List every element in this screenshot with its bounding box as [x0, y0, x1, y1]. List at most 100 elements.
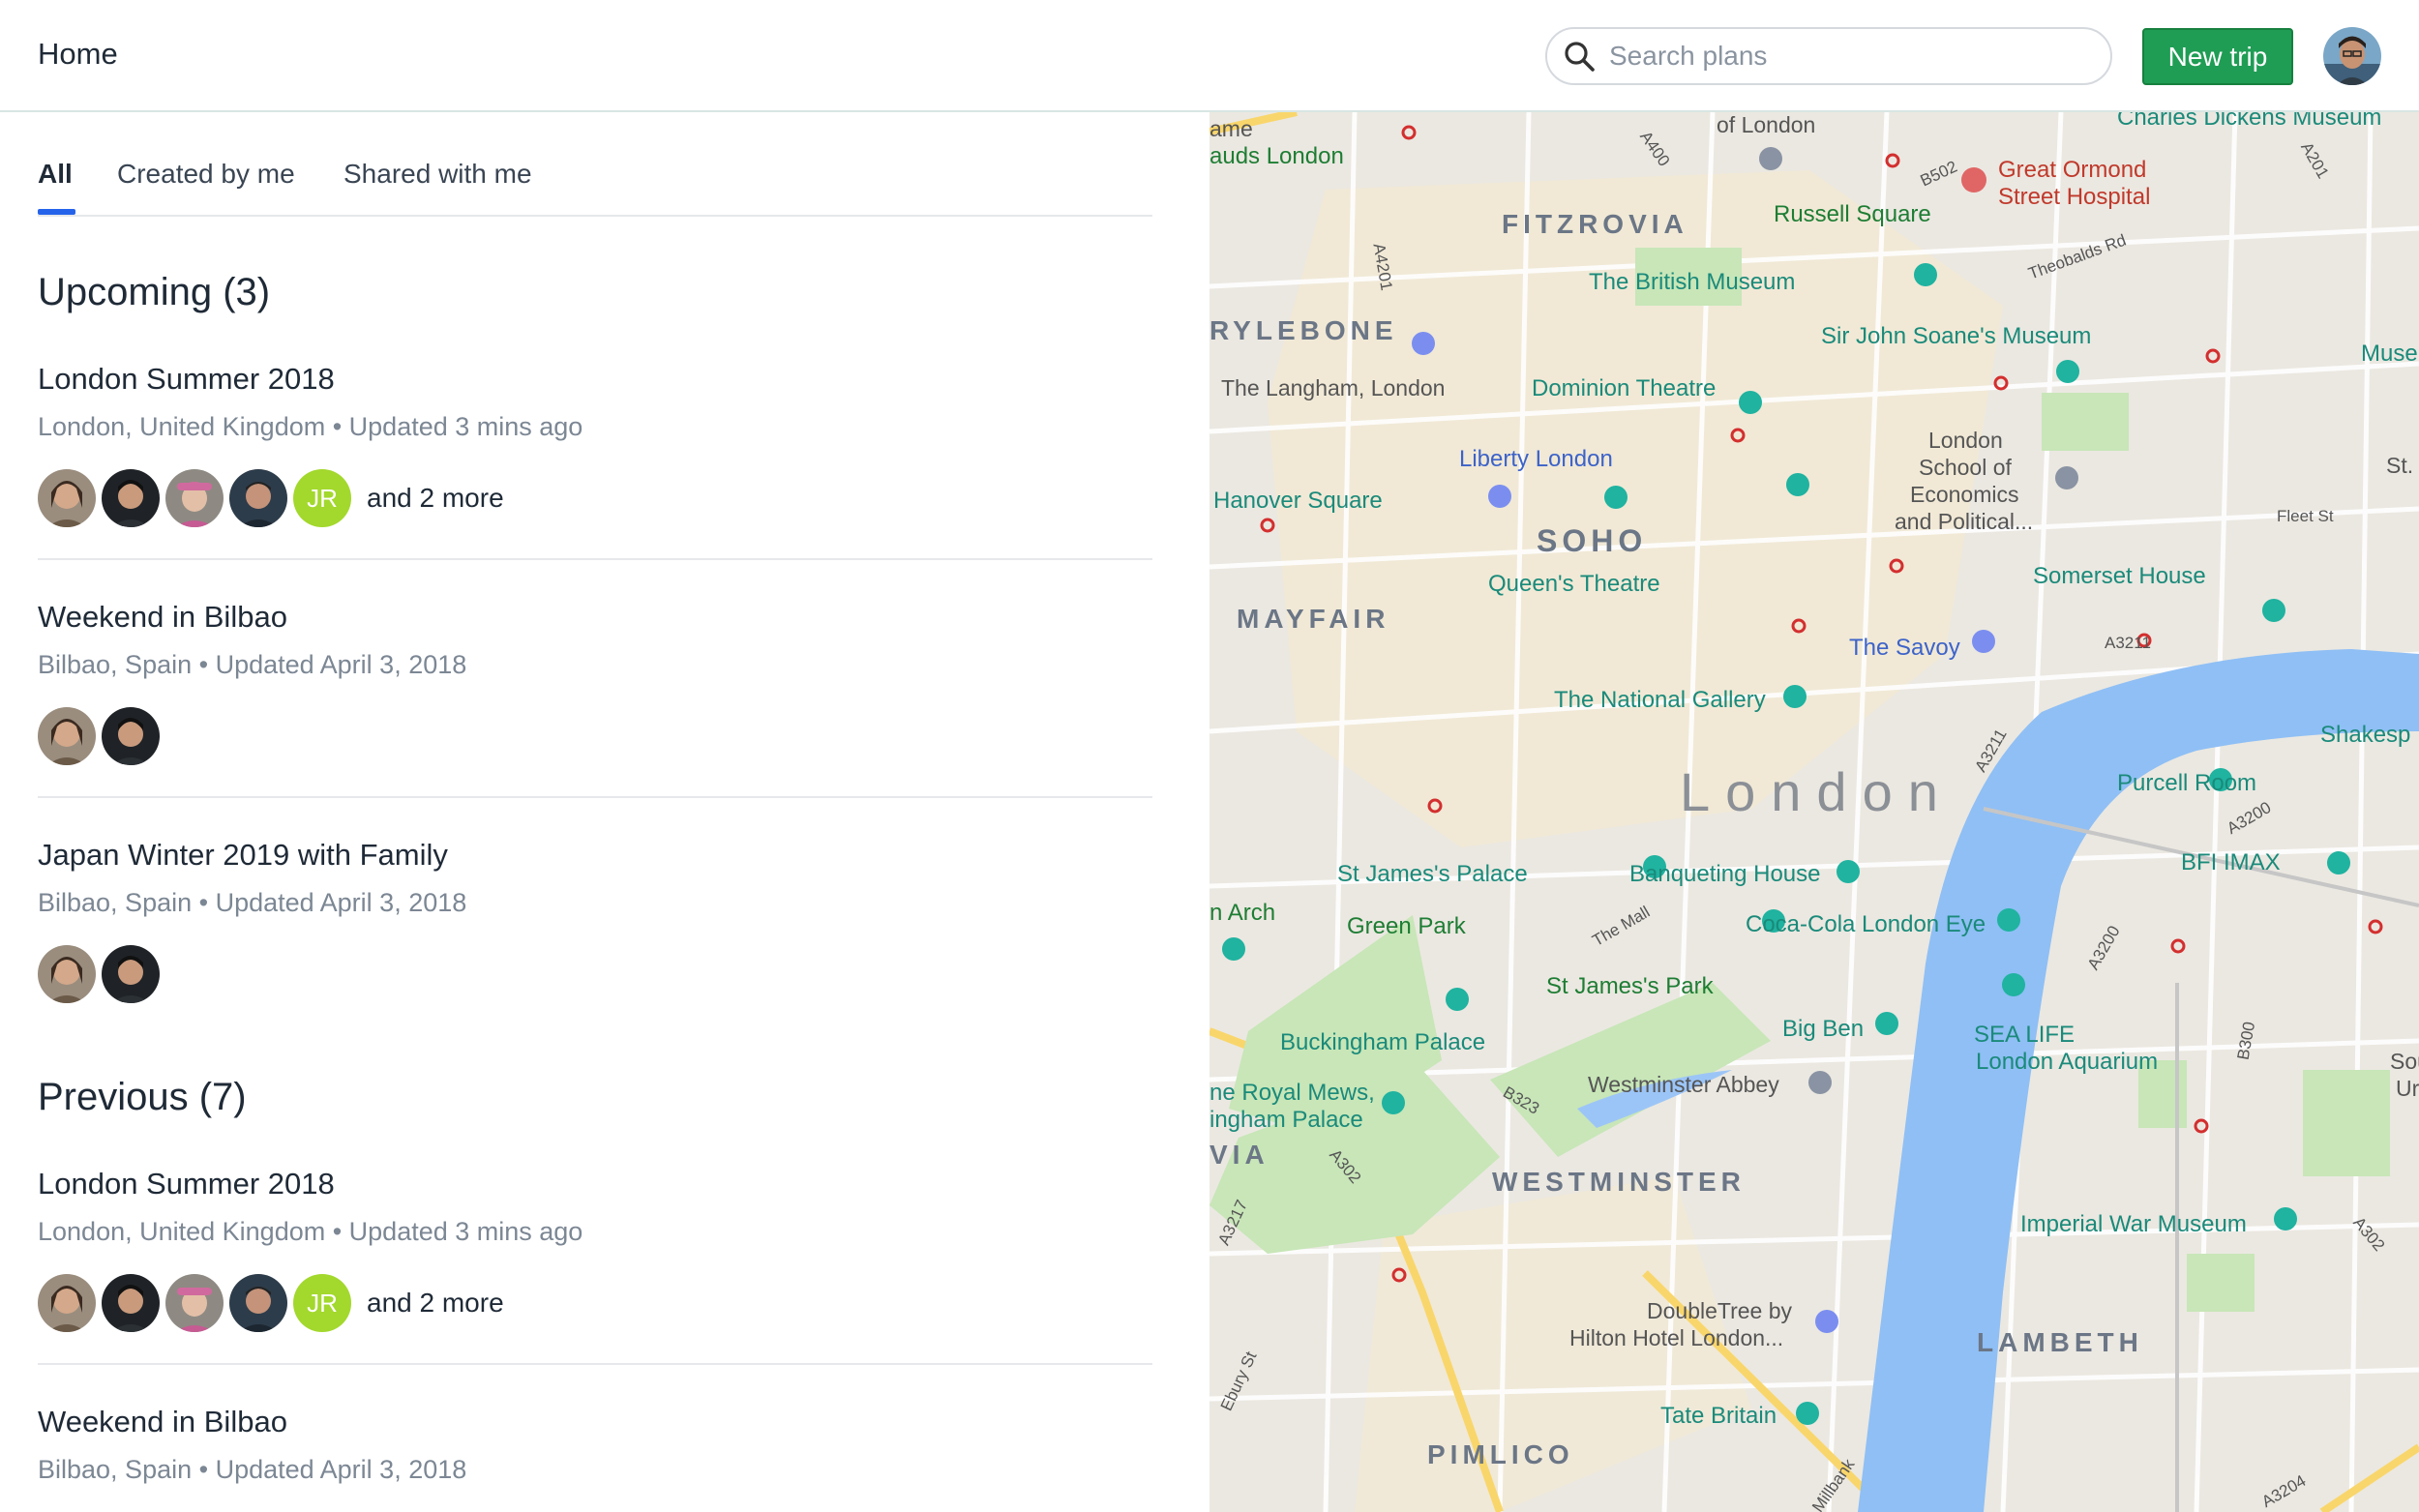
map-place-label: DoubleTree by — [1647, 1298, 1793, 1323]
map-place-label: Sou — [2390, 1049, 2419, 1074]
map-place-label: Great Ormond — [1998, 157, 2147, 183]
tab-created-by-me[interactable]: Created by me — [117, 159, 295, 190]
map-place-label: Sir John Soane's Museum — [1821, 323, 2092, 349]
divider — [38, 558, 1152, 560]
divider — [38, 796, 1152, 798]
trips-panel: All Created by me Shared with me Upcomin… — [0, 112, 1210, 1512]
collaborator-initials-avatar: JR — [293, 1274, 351, 1332]
user-avatar[interactable] — [2323, 27, 2381, 85]
map-place-label: Big Ben — [1782, 1016, 1865, 1042]
map-place-label: n Arch — [1210, 900, 1276, 926]
map-place-label: Russell Square — [1774, 201, 1931, 227]
collaborator-avatar — [38, 1274, 96, 1332]
map-place-label: Purcell Room — [2117, 770, 2257, 796]
map-place-label: Hanover Square — [1213, 488, 1383, 514]
map-place-label: The Langham, London — [1221, 375, 1446, 400]
more-collaborators-label[interactable]: and 2 more — [367, 483, 504, 514]
trip-name[interactable]: Weekend in Bilbao — [38, 1405, 1152, 1439]
collaborator-initials-avatar: JR — [293, 469, 351, 527]
divider — [38, 1363, 1152, 1365]
trip-name[interactable]: London Summer 2018 — [38, 1167, 1152, 1201]
map-place-label: of London — [1717, 112, 1816, 137]
more-collaborators-label[interactable]: and 2 more — [367, 1288, 504, 1319]
map-road-label: Fleet St — [2277, 507, 2334, 525]
top-bar: Home New trip — [0, 0, 2419, 112]
map-place-label: Queen's Theatre — [1488, 571, 1660, 597]
upcoming-heading: Upcoming (3) — [38, 271, 271, 313]
collaborator-avatar — [229, 1274, 287, 1332]
map-place-label: ingham Palace — [1210, 1107, 1363, 1133]
trip-name[interactable]: Japan Winter 2019 with Family — [38, 838, 1152, 873]
trip-card[interactable]: Japan Winter 2019 with Family Bilbao, Sp… — [38, 838, 1152, 1003]
collaborator-avatar — [38, 707, 96, 765]
collaborator-avatars: JR and 2 more — [38, 1274, 1152, 1332]
map-area-label: PIMLICO — [1427, 1439, 1574, 1469]
map-area-label: SOHO — [1537, 523, 1648, 558]
map-place-label: St. P — [2386, 453, 2419, 478]
map-place-label: auds London — [1210, 143, 1344, 169]
search-icon — [1565, 42, 1595, 72]
search-input[interactable] — [1609, 41, 2074, 72]
map-place-label: and Political... — [1895, 509, 2034, 534]
trip-card[interactable]: Weekend in Bilbao Bilbao, Spain • Update… — [38, 600, 1152, 765]
map-area-label: WESTMINSTER — [1492, 1167, 1746, 1197]
trip-meta: Bilbao, Spain • Updated April 3, 2018 — [38, 888, 467, 917]
map-place-label: Ur — [2396, 1076, 2419, 1101]
map-place-label: Economics — [1910, 482, 2019, 507]
trip-meta: London, United Kingdom • Updated 3 mins … — [38, 1217, 583, 1246]
map-place-label: The National Gallery — [1554, 687, 1766, 713]
trip-meta: Bilbao, Spain • Updated April 3, 2018 — [38, 1455, 467, 1484]
collaborator-avatars — [38, 945, 1152, 1003]
new-trip-button[interactable]: New trip — [2142, 28, 2293, 85]
collaborator-avatar — [229, 469, 287, 527]
previous-heading: Previous (7) — [38, 1076, 247, 1118]
map-area-label: FITZROVIA — [1502, 209, 1688, 239]
trip-card[interactable]: London Summer 2018 London, United Kingdo… — [38, 362, 1152, 527]
collaborator-avatar — [102, 469, 160, 527]
trip-card[interactable]: London Summer 2018 London, United Kingdo… — [38, 1167, 1152, 1332]
map-place-label: Hilton Hotel London... — [1569, 1325, 1784, 1350]
collaborator-avatar — [102, 945, 160, 1003]
map-place-label: Museu — [2361, 341, 2419, 367]
search-box[interactable] — [1545, 27, 2112, 85]
collaborator-avatars: JR and 2 more — [38, 469, 1152, 527]
map-place-label: St James's Palace — [1337, 861, 1528, 887]
collaborator-avatar — [165, 1274, 224, 1332]
map-place-label: St James's Park — [1546, 973, 1714, 999]
map-place-label: Tate Britain — [1660, 1403, 1777, 1429]
avatar-photo — [2323, 27, 2381, 85]
map-area-label: VIA — [1210, 1140, 1269, 1170]
map-place-label: Charles Dickens Museum — [2117, 112, 2382, 131]
map-place-label: Buckingham Palace — [1280, 1029, 1486, 1055]
trip-name[interactable]: London Summer 2018 — [38, 362, 1152, 397]
map-place-label: London — [1928, 428, 2003, 453]
collaborator-avatar — [102, 1274, 160, 1332]
map-area-label: MAYFAIR — [1237, 604, 1390, 634]
trip-name[interactable]: Weekend in Bilbao — [38, 600, 1152, 635]
map-area-label: LAMBETH — [1977, 1327, 2143, 1357]
collaborator-avatar — [165, 469, 224, 527]
map-place-label: Dominion Theatre — [1532, 375, 1717, 401]
map-place-label: Green Park — [1347, 913, 1466, 939]
map-view[interactable]: FITZROVIA RYLEBONE SOHO MAYFAIR WESTMINS… — [1210, 112, 2419, 1512]
trip-filter-tabs: All Created by me Shared with me — [38, 112, 1152, 217]
map-place-label: ne Royal Mews, — [1210, 1080, 1375, 1106]
map-place-label: SEA LIFE — [1974, 1022, 2076, 1048]
map-area-label: RYLEBONE — [1210, 315, 1398, 345]
map-place-label: ame — [1210, 116, 1253, 141]
page-title: Home — [38, 37, 118, 71]
active-tab-indicator — [38, 209, 75, 215]
trip-card[interactable]: Weekend in Bilbao Bilbao, Spain • Update… — [38, 1405, 1152, 1512]
map-place-label: Banqueting House — [1629, 861, 1821, 887]
trip-meta: Bilbao, Spain • Updated April 3, 2018 — [38, 650, 467, 679]
map-place-label: Somerset House — [2033, 563, 2206, 589]
collaborator-avatars — [38, 707, 1152, 765]
map-road-label: A3211 — [2105, 634, 2151, 652]
map-place-label: Shakesp — [2320, 722, 2411, 748]
map-place-label: Coca-Cola London Eye — [1746, 911, 1986, 937]
map-place-label: Imperial War Museum — [2020, 1211, 2247, 1237]
map-place-label: Westminster Abbey — [1588, 1072, 1779, 1097]
tab-shared-with-me[interactable]: Shared with me — [343, 159, 532, 190]
tab-all[interactable]: All — [38, 159, 73, 190]
collaborator-avatar — [38, 469, 96, 527]
